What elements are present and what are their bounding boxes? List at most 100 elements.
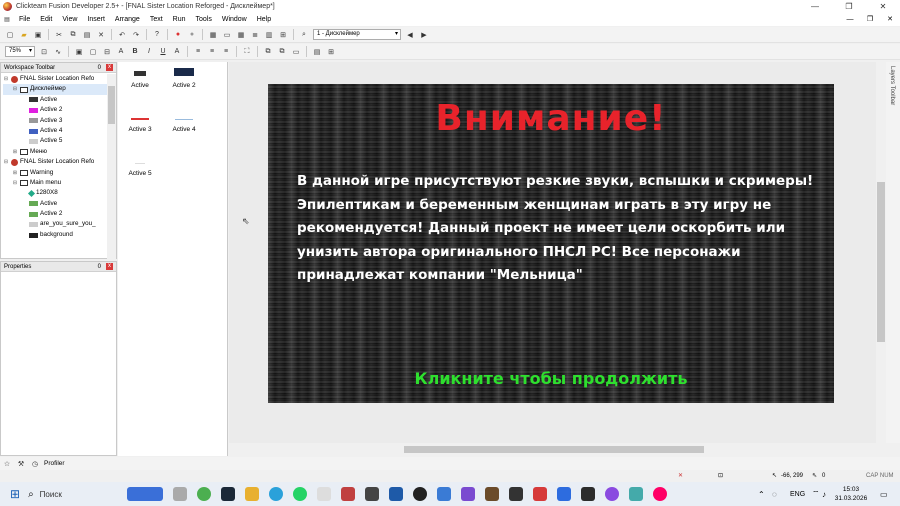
save-icon[interactable]: ▣ — [32, 29, 44, 41]
expand-toggle-icon[interactable]: ⊞ — [12, 147, 18, 157]
menu-edit[interactable]: Edit — [35, 13, 57, 26]
wrench-icon[interactable]: ⚒ — [15, 458, 27, 470]
app-purple-icon[interactable] — [460, 487, 475, 501]
menu-arrange[interactable]: Arrange — [110, 13, 145, 26]
italic-icon[interactable]: I — [143, 46, 155, 58]
telegram-icon[interactable] — [268, 487, 283, 501]
profiler-tab[interactable]: Profiler — [44, 460, 65, 467]
explorer-icon[interactable] — [244, 487, 259, 501]
warning-title[interactable]: Внимание! — [268, 98, 834, 139]
frame-editor-icon[interactable]: ▭ — [221, 29, 233, 41]
tray-network-icon[interactable]: ◌ — [772, 490, 777, 499]
warning-text[interactable]: В данной игре присутствуют резкие звуки,… — [297, 170, 817, 288]
pin-icon[interactable]: 0 — [98, 63, 101, 73]
menu-run[interactable]: Run — [168, 13, 191, 26]
close-panel-icon[interactable]: x — [106, 64, 113, 71]
keyboard-language[interactable]: ENG — [790, 491, 805, 498]
maximize-button[interactable]: ❐ — [832, 0, 866, 13]
frame-object[interactable]: Active 3 — [118, 110, 162, 133]
run-frame-icon[interactable]: ● — [186, 29, 198, 41]
expand-toggle-icon[interactable]: ⊟ — [3, 157, 9, 167]
app-plus-icon[interactable] — [508, 487, 523, 501]
mdi-restore-button[interactable]: ❐ — [860, 13, 880, 26]
tree-item[interactable]: ⊞ Меню — [3, 147, 107, 157]
expand-toggle-icon[interactable]: ⊞ — [12, 168, 18, 178]
profiler-icon[interactable]: ◷ — [29, 458, 41, 470]
properties-icon[interactable]: ⊞ — [325, 46, 337, 58]
event-editor-search-icon[interactable]: ⌕ — [298, 29, 310, 41]
editor-vertical-scrollbar[interactable] — [876, 62, 886, 443]
expression-icon[interactable]: ⊞ — [277, 29, 289, 41]
clock[interactable]: 15:03 31.03.2026 — [832, 485, 870, 503]
fit-icon[interactable]: ⛶ — [241, 46, 253, 58]
tree-item[interactable]: ⊟ Дисклеймер — [3, 84, 107, 95]
align-left-icon[interactable]: ≡ — [192, 46, 204, 58]
paste-icon[interactable]: ▤ — [81, 29, 93, 41]
menu-help[interactable]: Help — [252, 13, 276, 26]
layers-toolbar-label[interactable]: Layers Toolbar — [889, 66, 895, 105]
mdi-minimize-button[interactable]: — — [840, 13, 860, 26]
send-back-icon[interactable]: ⧉ — [276, 46, 288, 58]
align-center-icon[interactable]: ≡ — [206, 46, 218, 58]
open-folder-icon[interactable]: ▰ — [18, 29, 30, 41]
notepad-icon[interactable] — [316, 487, 331, 501]
zoom-select[interactable]: 75% — [5, 46, 35, 57]
bold-icon[interactable]: B — [129, 46, 141, 58]
tree-item[interactable]: are_you_sure_you_ — [3, 219, 107, 229]
menu-window[interactable]: Window — [217, 13, 252, 26]
app-blue-icon[interactable] — [388, 487, 403, 501]
app-eye-icon[interactable] — [556, 487, 571, 501]
app-teal-icon[interactable] — [628, 487, 643, 501]
frame-object[interactable]: Active 5 — [118, 154, 162, 177]
font-icon[interactable]: A — [115, 46, 127, 58]
tree-item[interactable]: Active 2 — [3, 209, 107, 219]
expand-toggle-icon[interactable]: ⊟ — [12, 178, 18, 188]
frame-object[interactable]: Active 2 — [162, 66, 206, 89]
vertical-scroll-thumb[interactable] — [877, 182, 885, 342]
next-frame-icon[interactable]: ▶ — [418, 29, 430, 41]
search-highlight-icon[interactable] — [126, 487, 163, 501]
frame-select[interactable]: 1 - Дисклеймер — [313, 29, 401, 40]
align-right-icon[interactable]: ≡ — [220, 46, 232, 58]
app-red-icon[interactable] — [340, 487, 355, 501]
storyboard-editor-icon[interactable]: ▦ — [207, 29, 219, 41]
close-button[interactable]: ✕ — [866, 0, 900, 13]
horizontal-scroll-thumb[interactable] — [404, 446, 704, 453]
tree-item[interactable]: 1280X8 — [3, 188, 107, 198]
expand-toggle-icon[interactable]: ⊟ — [12, 84, 18, 94]
tree-item[interactable]: Active 5 — [3, 136, 107, 146]
event-editor-icon[interactable]: ▦ — [235, 29, 247, 41]
tree-item[interactable]: Active 4 — [3, 126, 107, 136]
tree-item[interactable]: Active — [3, 199, 107, 209]
mdi-close-button[interactable]: ✕ — [880, 13, 900, 26]
tree-item[interactable]: ⊞ Warning — [3, 168, 107, 178]
workspace-scroll-thumb[interactable] — [108, 86, 115, 124]
menu-view[interactable]: View — [57, 13, 82, 26]
close-panel-icon[interactable]: x — [106, 263, 113, 270]
tree-item[interactable]: background — [3, 230, 107, 240]
document-icon[interactable]: ▤ — [1, 14, 13, 26]
underline-icon[interactable]: U — [157, 46, 169, 58]
delete-icon[interactable]: ✕ — [95, 29, 107, 41]
filter-icon[interactable]: ☆ — [1, 458, 13, 470]
text-color-icon[interactable]: A — [171, 46, 183, 58]
event-list-icon[interactable]: ≣ — [249, 29, 261, 41]
run-application-icon[interactable]: ● — [172, 29, 184, 41]
volume-icon[interactable]: ♪ — [822, 490, 826, 499]
redo-icon[interactable]: ↷ — [130, 29, 142, 41]
game-frame[interactable]: Внимание! В данной игре присутствуют рез… — [268, 84, 834, 403]
clickteam-icon[interactable] — [604, 487, 619, 501]
layers-toolbar-tab[interactable]: Layers Toolbar — [886, 62, 900, 443]
wifi-icon[interactable]: ⌔ — [812, 489, 820, 499]
align-objects-icon[interactable]: ▭ — [290, 46, 302, 58]
grid-icon[interactable]: ⊡ — [38, 46, 50, 58]
obs-icon[interactable] — [412, 487, 427, 501]
status-close-icon[interactable]: ✕ — [678, 471, 683, 482]
editor-horizontal-scrollbar[interactable] — [229, 443, 886, 456]
picture-editor-icon[interactable]: ▣ — [73, 46, 85, 58]
tree-item[interactable]: ⊟ FNAL Sister Location Refo — [3, 157, 107, 167]
data-elements-icon[interactable]: ▥ — [263, 29, 275, 41]
tree-item[interactable]: Active 3 — [3, 116, 107, 126]
distribute-icon[interactable]: ▤ — [311, 46, 323, 58]
menu-insert[interactable]: Insert — [82, 13, 110, 26]
